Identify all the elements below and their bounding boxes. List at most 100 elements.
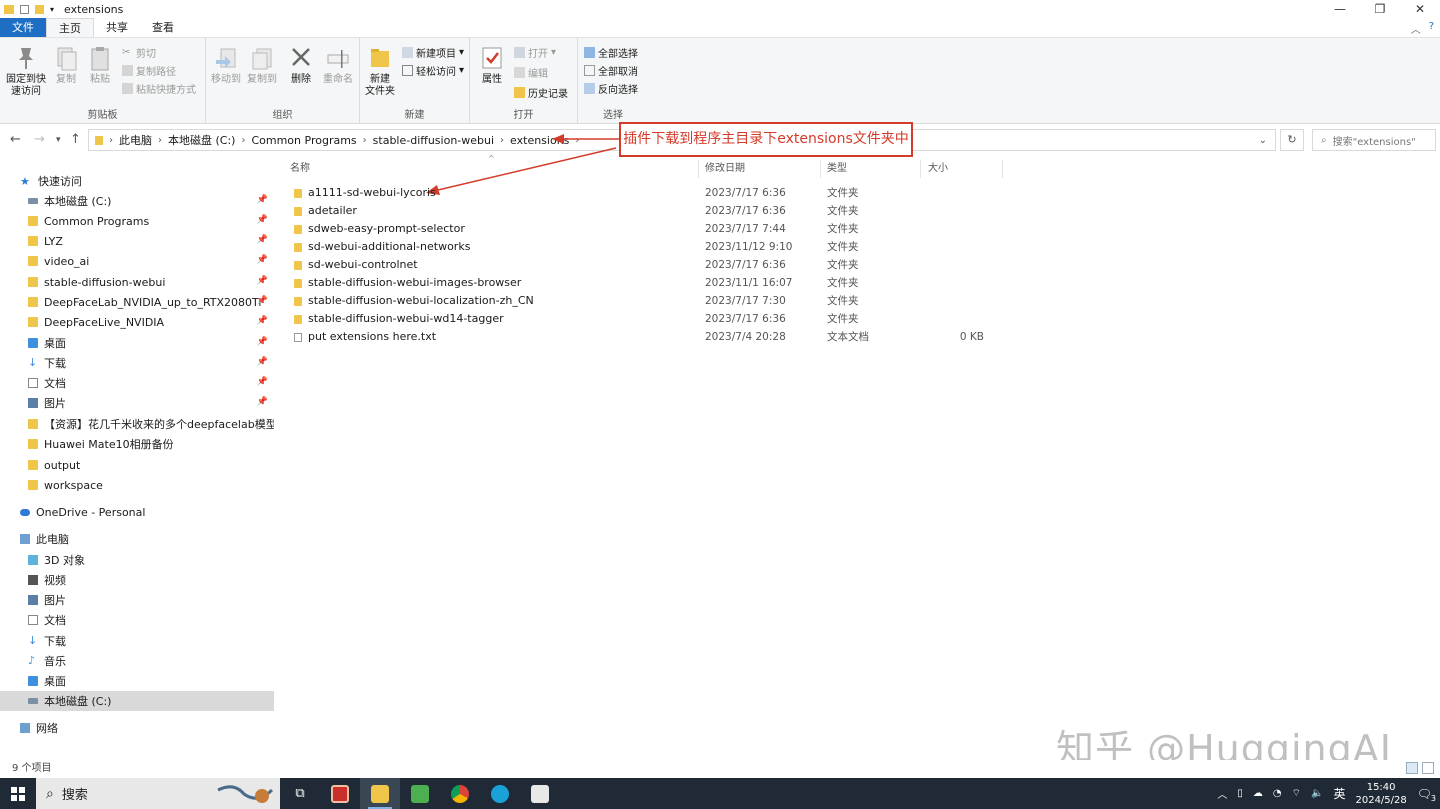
taskbar-app-red[interactable]: [320, 778, 360, 809]
sidebar-item[interactable]: DeepFaceLab_NVIDIA_up_to_RTX2080Ti 📌: [0, 292, 274, 312]
history-button[interactable]: 历史记录: [514, 85, 568, 100]
select-all-button[interactable]: 全部选择: [584, 45, 638, 60]
new-folder-button[interactable]: 新建 文件夹: [364, 44, 396, 98]
column-divider[interactable]: [820, 160, 821, 178]
details-view-icon[interactable]: [1406, 762, 1418, 774]
taskbar-app-chrome[interactable]: [440, 778, 480, 809]
input-method[interactable]: 英: [1333, 785, 1345, 802]
sidebar-item-onedrive[interactable]: OneDrive - Personal: [0, 502, 274, 522]
notification-icon[interactable]: 🗨 3: [1417, 787, 1436, 803]
sidebar-item[interactable]: ↓ 下载: [0, 631, 274, 651]
checkbox-icon[interactable]: [20, 4, 29, 14]
task-view-button[interactable]: ⧉: [280, 778, 320, 809]
open-button[interactable]: 打开 ▾: [514, 45, 556, 60]
file-row[interactable]: a1111-sd-webui-lycoris 2023/7/17 6:36 文件夹: [284, 184, 1004, 202]
column-type[interactable]: 类型: [827, 160, 847, 178]
properties-button[interactable]: 属性: [478, 44, 506, 86]
folder-icon[interactable]: [35, 4, 44, 14]
network-icon[interactable]: ◔: [1273, 788, 1282, 799]
taskbar-search[interactable]: ⌕ 搜索: [36, 778, 280, 809]
sidebar-item[interactable]: 图片 📌: [0, 393, 274, 413]
select-none-button[interactable]: 全部取消: [584, 63, 638, 78]
file-row[interactable]: stable-diffusion-webui-images-browser 202…: [284, 274, 1004, 292]
back-icon[interactable]: ←: [10, 132, 21, 147]
file-row[interactable]: stable-diffusion-webui-wd14-tagger 2023/7…: [284, 310, 1004, 328]
sidebar-item[interactable]: 视频: [0, 570, 274, 590]
cut-button[interactable]: ✂ 剪切: [122, 45, 156, 60]
refresh-button[interactable]: ↻: [1280, 129, 1304, 151]
sidebar-item[interactable]: 桌面: [0, 671, 274, 691]
sidebar-item[interactable]: output: [0, 455, 274, 475]
edit-button[interactable]: 编辑: [514, 65, 548, 80]
clock[interactable]: 15:40 2024/5/28: [1355, 781, 1406, 807]
sidebar-item[interactable]: 文档: [0, 610, 274, 630]
new-item-button[interactable]: 新建项目 ▾: [402, 45, 464, 60]
breadcrumb-common-programs[interactable]: Common Programs: [251, 134, 356, 147]
sidebar-item[interactable]: workspace: [0, 475, 274, 495]
large-icons-view-icon[interactable]: [1422, 762, 1434, 774]
file-row[interactable]: sdweb-easy-prompt-selector 2023/7/17 7:44…: [284, 220, 1004, 238]
minimize-icon[interactable]: —: [1320, 0, 1360, 18]
column-size[interactable]: 大小: [928, 160, 948, 178]
tab-share[interactable]: 共享: [94, 18, 140, 37]
column-divider[interactable]: [920, 160, 921, 178]
sidebar-item[interactable]: stable-diffusion-webui 📌: [0, 272, 274, 292]
taskbar-app-explorer[interactable]: [360, 778, 400, 809]
close-icon[interactable]: ✕: [1400, 0, 1440, 18]
easy-access-button[interactable]: 轻松访问 ▾: [402, 63, 464, 78]
breadcrumb-this-pc[interactable]: 此电脑: [119, 132, 152, 148]
breadcrumb-c-drive[interactable]: 本地磁盘 (C:): [168, 132, 235, 148]
sidebar-item[interactable]: video_ai 📌: [0, 251, 274, 271]
pin-quick-access-button[interactable]: 固定到快 速访问: [4, 44, 48, 98]
tab-file[interactable]: 文件: [0, 18, 46, 37]
sidebar-item[interactable]: ↓ 下载 📌: [0, 353, 274, 373]
paste-button[interactable]: 粘贴: [84, 44, 116, 86]
copy-path-button[interactable]: 复制路径: [122, 63, 176, 78]
sidebar-item[interactable]: 3D 对象: [0, 550, 274, 570]
file-row[interactable]: sd-webui-additional-networks 2023/11/12 9…: [284, 238, 1004, 256]
chevron-down-icon[interactable]: ⌄: [1259, 135, 1267, 146]
start-button[interactable]: [0, 778, 36, 809]
wifi-icon[interactable]: ⌔: [1292, 787, 1301, 800]
file-row[interactable]: put extensions here.txt 2023/7/4 20:28 文本文…: [284, 328, 1004, 346]
delete-button[interactable]: 删除: [286, 44, 316, 86]
move-to-button[interactable]: 移动到: [208, 44, 244, 86]
sidebar-item[interactable]: 文档 📌: [0, 373, 274, 393]
sidebar-item-c-drive[interactable]: 本地磁盘 (C:): [0, 691, 274, 711]
chevron-down-icon[interactable]: ▾: [50, 5, 54, 14]
file-row[interactable]: sd-webui-controlnet 2023/7/17 6:36 文件夹: [284, 256, 1004, 274]
sidebar-item-network[interactable]: 网络: [0, 718, 274, 738]
battery-icon[interactable]: ▯: [1237, 788, 1243, 799]
taskbar-app-green[interactable]: [400, 778, 440, 809]
search-input[interactable]: ⌕ 搜索"extensions": [1312, 129, 1436, 151]
cloud-icon[interactable]: ☁: [1253, 788, 1263, 799]
sidebar-item-this-pc[interactable]: 此电脑: [0, 529, 274, 549]
column-divider[interactable]: [1002, 160, 1003, 178]
sidebar-item[interactable]: 本地磁盘 (C:) 📌: [0, 191, 274, 211]
invert-selection-button[interactable]: 反向选择: [584, 81, 638, 96]
sidebar-item[interactable]: 桌面 📌: [0, 333, 274, 353]
tab-view[interactable]: 查看: [140, 18, 186, 37]
chevron-up-icon[interactable]: ︿: [1217, 786, 1227, 801]
sidebar-item[interactable]: Huawei Mate10相册备份: [0, 434, 274, 454]
chevron-up-icon[interactable]: ︿: [1411, 21, 1421, 36]
sidebar-item[interactable]: 【资源】花几千米收来的多个deepfacelab模型（模: [0, 414, 274, 434]
rename-button[interactable]: 重命名: [320, 44, 356, 86]
sidebar-item[interactable]: DeepFaceLive_NVIDIA 📌: [0, 312, 274, 332]
sidebar-item[interactable]: 图片: [0, 590, 274, 610]
sidebar-item[interactable]: ♪ 音乐: [0, 651, 274, 671]
breadcrumb-sd-webui[interactable]: stable-diffusion-webui: [373, 134, 494, 147]
column-divider[interactable]: [698, 160, 699, 178]
file-row[interactable]: adetailer 2023/7/17 6:36 文件夹: [284, 202, 1004, 220]
recent-chevron-icon[interactable]: ▾: [56, 135, 61, 145]
volume-icon[interactable]: 🔈: [1311, 788, 1323, 799]
copy-button[interactable]: 复制: [50, 44, 82, 86]
breadcrumb-extensions[interactable]: extensions: [510, 134, 569, 147]
sidebar-item[interactable]: Common Programs 📌: [0, 211, 274, 231]
column-name[interactable]: 名称: [290, 160, 310, 178]
forward-icon[interactable]: →: [34, 132, 45, 147]
column-date[interactable]: 修改日期: [705, 160, 745, 178]
sidebar-item[interactable]: LYZ 📌: [0, 231, 274, 251]
paste-shortcut-button[interactable]: 粘贴快捷方式: [122, 81, 196, 96]
restore-icon[interactable]: ❐: [1360, 0, 1400, 18]
